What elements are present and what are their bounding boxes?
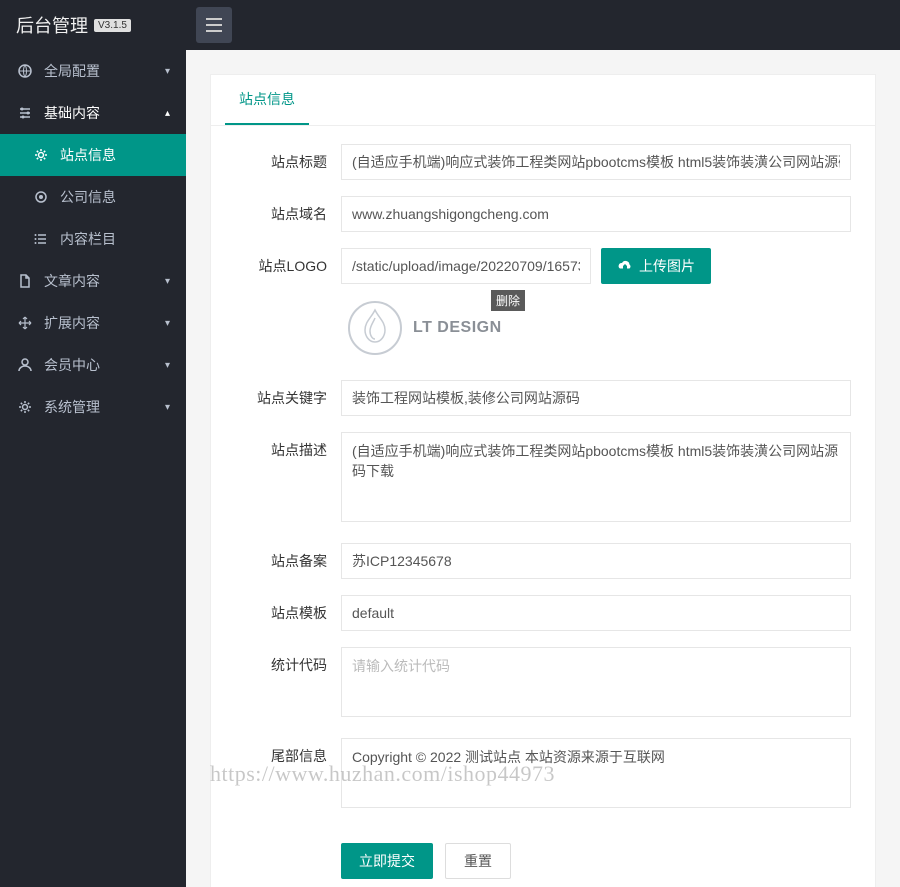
sidebar-item-label: 全局配置 — [44, 61, 165, 81]
site-title-input[interactable] — [341, 144, 851, 180]
chevron-down-icon: ▾ — [165, 276, 170, 287]
globe-icon — [16, 63, 34, 79]
site-footer-input[interactable]: Copyright © 2022 测试站点 本站资源来源于互联网 — [341, 738, 851, 808]
label-stats: 统计代码 — [211, 647, 341, 675]
cloud-upload-icon — [617, 259, 633, 273]
chevron-down-icon: ▾ — [165, 402, 170, 413]
sidebar-item-文章内容[interactable]: 文章内容▾ — [0, 260, 186, 302]
chevron-down-icon: ▾ — [165, 66, 170, 77]
gear-icon — [32, 147, 50, 163]
site-stats-input[interactable] — [341, 647, 851, 717]
submit-button[interactable]: 立即提交 — [341, 843, 433, 879]
logo-text: LT DESIGN — [413, 319, 502, 337]
sidebar: 全局配置▾基础内容▴站点信息公司信息内容栏目文章内容▾扩展内容▾会员中心▾系统管… — [0, 50, 186, 887]
upload-label: 上传图片 — [639, 256, 695, 276]
sidebar-item-label: 内容栏目 — [60, 229, 170, 249]
site-template-input[interactable] — [341, 595, 851, 631]
sidebar-item-label: 站点信息 — [60, 145, 170, 165]
reset-button[interactable]: 重置 — [445, 843, 511, 879]
arrows-icon — [16, 315, 34, 331]
logo-flame-icon — [347, 300, 403, 356]
sidebar-subitem-内容栏目[interactable]: 内容栏目 — [0, 218, 186, 260]
cog-icon — [16, 399, 34, 415]
label-title: 站点标题 — [211, 144, 341, 172]
sidebar-item-全局配置[interactable]: 全局配置▾ — [0, 50, 186, 92]
panel: 站点信息 站点标题 站点域名 站点LOGO 上传图片 — [210, 74, 876, 887]
tab-site-info[interactable]: 站点信息 — [225, 75, 309, 125]
site-keywords-input[interactable] — [341, 380, 851, 416]
chevron-down-icon: ▾ — [165, 360, 170, 371]
hamburger-icon — [206, 18, 222, 32]
logo-preview: LT DESIGN 删除 — [341, 292, 531, 364]
user-icon — [16, 357, 34, 373]
chevron-down-icon: ▾ — [165, 318, 170, 329]
site-icp-input[interactable] — [341, 543, 851, 579]
sidebar-item-基础内容[interactable]: 基础内容▴ — [0, 92, 186, 134]
main-content: 站点信息 站点标题 站点域名 站点LOGO 上传图片 — [186, 50, 900, 887]
label-domain: 站点域名 — [211, 196, 341, 224]
sidebar-item-系统管理[interactable]: 系统管理▾ — [0, 386, 186, 428]
sidebar-item-扩展内容[interactable]: 扩展内容▾ — [0, 302, 186, 344]
circle-dot-icon — [32, 189, 50, 205]
sidebar-item-label: 会员中心 — [44, 355, 165, 375]
site-description-input[interactable]: (自适应手机端)响应式装饰工程类网站pbootcms模板 html5装饰装潢公司… — [341, 432, 851, 522]
sidebar-item-label: 扩展内容 — [44, 313, 165, 333]
chevron-up-icon: ▴ — [165, 108, 170, 119]
app-header: 后台管理 V3.1.5 — [0, 0, 900, 50]
label-footer: 尾部信息 — [211, 738, 341, 766]
sidebar-item-label: 文章内容 — [44, 271, 165, 291]
label-logo: 站点LOGO — [211, 248, 341, 276]
sidebar-item-label: 系统管理 — [44, 397, 165, 417]
file-icon — [16, 273, 34, 289]
tab-header: 站点信息 — [211, 75, 875, 126]
version-badge: V3.1.5 — [94, 19, 131, 32]
list-icon — [32, 231, 50, 247]
sliders-icon — [16, 105, 34, 121]
label-description: 站点描述 — [211, 432, 341, 460]
site-domain-input[interactable] — [341, 196, 851, 232]
label-template: 站点模板 — [211, 595, 341, 623]
label-keywords: 站点关键字 — [211, 380, 341, 408]
brand: 后台管理 V3.1.5 — [0, 12, 186, 38]
label-icp: 站点备案 — [211, 543, 341, 571]
sidebar-item-会员中心[interactable]: 会员中心▾ — [0, 344, 186, 386]
site-form: 站点标题 站点域名 站点LOGO 上传图片 — [211, 126, 875, 887]
sidebar-item-label: 基础内容 — [44, 103, 165, 123]
sidebar-item-label: 公司信息 — [60, 187, 170, 207]
upload-image-button[interactable]: 上传图片 — [601, 248, 711, 284]
site-logo-path-input[interactable] — [341, 248, 591, 284]
sidebar-subitem-公司信息[interactable]: 公司信息 — [0, 176, 186, 218]
sidebar-subitem-站点信息[interactable]: 站点信息 — [0, 134, 186, 176]
brand-title: 后台管理 — [16, 12, 88, 38]
delete-logo-button[interactable]: 删除 — [491, 290, 525, 311]
sidebar-toggle-button[interactable] — [196, 7, 232, 43]
